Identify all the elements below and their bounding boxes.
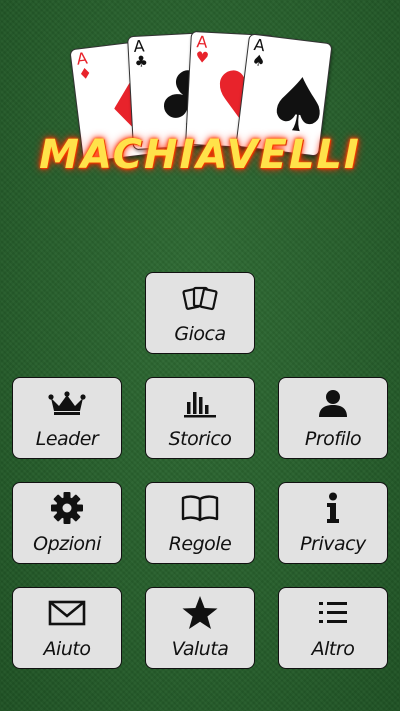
rate-button[interactable]: Valuta	[145, 587, 255, 669]
rate-label: Valuta	[171, 638, 229, 660]
spade-suit-icon: ♠	[250, 50, 267, 71]
profile-button[interactable]: Profilo	[278, 377, 388, 459]
crown-icon	[13, 386, 121, 420]
diamond-suit-icon: ♦	[77, 64, 93, 84]
club-suit-icon: ♣	[133, 52, 149, 71]
list-icon	[279, 596, 387, 630]
profile-label: Profilo	[304, 428, 362, 450]
help-label: Aiuto	[43, 638, 91, 660]
rules-button[interactable]: Regole	[145, 482, 255, 564]
game-logo: A ♦ ♦ A ♣ ♣ A ♥ ♥ A ♠ ♠ MACHIAVELLI	[0, 0, 400, 200]
privacy-label: Privacy	[300, 533, 366, 555]
gear-icon	[13, 491, 121, 525]
heart-suit-icon: ♥	[195, 48, 210, 67]
cards-icon	[146, 281, 254, 315]
star-icon	[146, 596, 254, 630]
book-icon	[146, 491, 254, 525]
game-title: MACHIAVELLI	[39, 132, 361, 178]
play-button[interactable]: Gioca	[145, 272, 255, 354]
options-button[interactable]: Opzioni	[12, 482, 122, 564]
more-label: Altro	[311, 638, 355, 660]
more-button[interactable]: Altro	[278, 587, 388, 669]
history-button[interactable]: Storico	[145, 377, 255, 459]
leader-button[interactable]: Leader	[12, 377, 122, 459]
rules-label: Regole	[168, 533, 232, 555]
envelope-icon	[13, 596, 121, 630]
user-icon	[279, 386, 387, 420]
info-icon	[279, 491, 387, 525]
history-label: Storico	[168, 428, 232, 450]
play-label: Gioca	[174, 323, 226, 345]
help-button[interactable]: Aiuto	[12, 587, 122, 669]
options-label: Opzioni	[33, 533, 101, 555]
privacy-button[interactable]: Privacy	[278, 482, 388, 564]
leader-label: Leader	[35, 428, 99, 450]
bar-chart-icon	[146, 386, 254, 420]
